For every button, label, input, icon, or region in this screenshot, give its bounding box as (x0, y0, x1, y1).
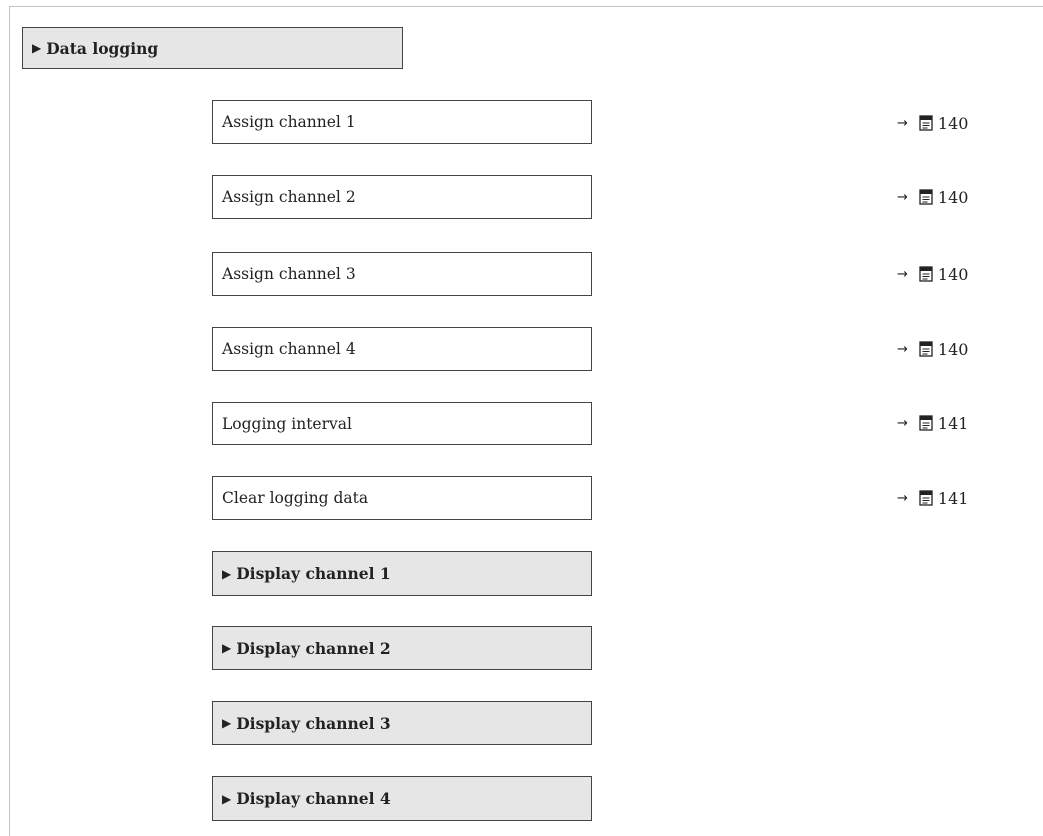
submenu-label: Display channel 2 (236, 638, 391, 658)
triangle-right-icon: ▶ (222, 566, 232, 581)
page-reference[interactable]: → 140 (897, 112, 968, 134)
page-number: 140 (937, 264, 969, 284)
page-number: 140 (937, 113, 969, 133)
submenu-label: Display channel 1 (236, 564, 391, 583)
submenu-label: Display channel 4 (236, 789, 391, 808)
submenu-display-channel-4[interactable]: ▶ Display channel 4 (212, 776, 592, 821)
parameter-label: Assign channel 3 (222, 265, 356, 283)
submenu-display-channel-2[interactable]: ▶ Display channel 2 (212, 626, 592, 670)
page-reference[interactable]: → 141 (897, 412, 968, 434)
book-icon (919, 415, 933, 431)
parameter-assign-channel-4[interactable]: Assign channel 4 (212, 327, 592, 371)
arrow-right-icon: → (897, 341, 908, 357)
book-icon (919, 341, 933, 357)
page-reference[interactable]: → 141 (897, 487, 968, 509)
parameter-clear-logging-data[interactable]: Clear logging data (212, 476, 592, 520)
book-icon (919, 490, 933, 506)
parameter-assign-channel-2[interactable]: Assign channel 2 (212, 175, 592, 219)
parameter-label: Logging interval (222, 414, 352, 433)
parameter-label: Assign channel 1 (222, 113, 356, 131)
triangle-right-icon: ▶ (32, 41, 42, 55)
page-reference[interactable]: → 140 (897, 338, 968, 360)
triangle-right-icon: ▶ (222, 791, 232, 806)
triangle-right-icon: ▶ (222, 641, 232, 655)
parameter-label: Assign channel 4 (222, 340, 356, 358)
page-reference[interactable]: → 140 (897, 263, 968, 285)
submenu-display-channel-1[interactable]: ▶ Display channel 1 (212, 551, 592, 596)
arrow-right-icon: → (897, 115, 908, 131)
submenu-data-logging[interactable]: ▶ Data logging (22, 27, 403, 69)
book-icon (919, 115, 933, 131)
arrow-right-icon: → (897, 189, 908, 205)
arrow-right-icon: → (897, 490, 908, 506)
page-number: 140 (937, 187, 969, 207)
page-reference[interactable]: → 140 (897, 186, 968, 208)
arrow-right-icon: → (897, 266, 908, 282)
submenu-title: Data logging (46, 38, 159, 58)
parameter-assign-channel-3[interactable]: Assign channel 3 (212, 252, 592, 296)
parameter-logging-interval[interactable]: Logging interval (212, 402, 592, 445)
parameter-label: Clear logging data (222, 489, 369, 507)
page-number: 141 (937, 413, 969, 433)
parameter-assign-channel-1[interactable]: Assign channel 1 (212, 100, 592, 144)
book-icon (919, 189, 933, 205)
submenu-display-channel-3[interactable]: ▶ Display channel 3 (212, 701, 592, 745)
submenu-label: Display channel 3 (236, 713, 391, 733)
triangle-right-icon: ▶ (222, 716, 232, 730)
page-number: 140 (937, 339, 969, 359)
page-number: 141 (937, 488, 969, 508)
parameter-label: Assign channel 2 (222, 188, 356, 206)
arrow-right-icon: → (897, 415, 908, 431)
book-icon (919, 266, 933, 282)
